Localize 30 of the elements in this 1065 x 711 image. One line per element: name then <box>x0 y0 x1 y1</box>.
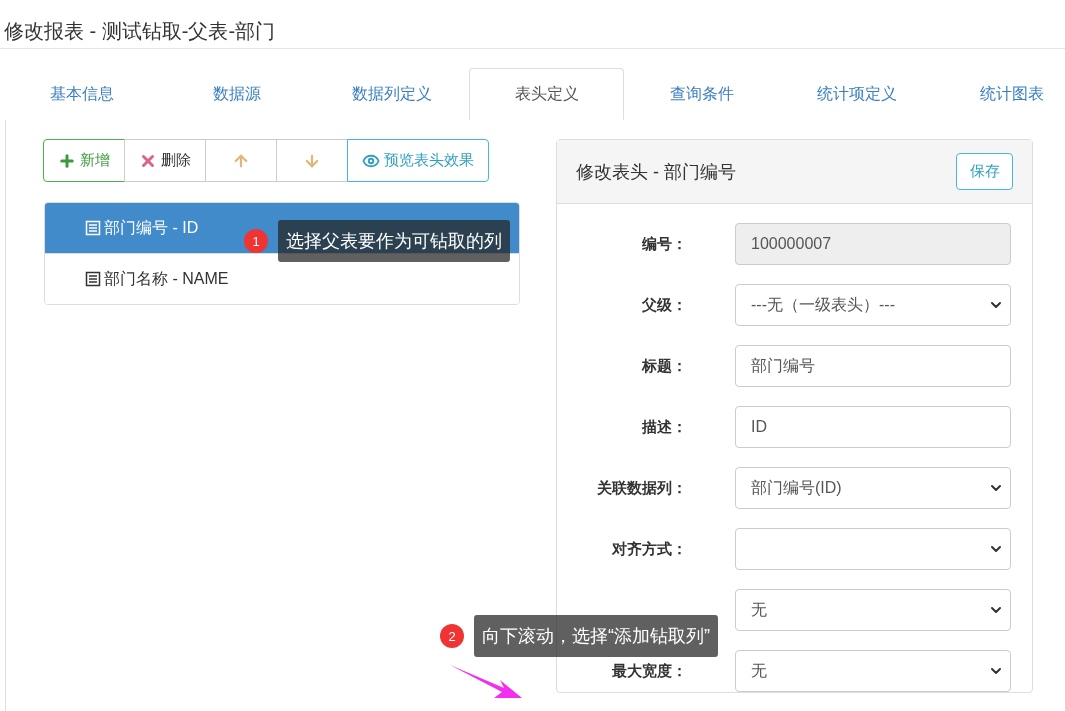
field-label: 对齐方式： <box>611 539 687 559</box>
input-field[interactable]: 100000007 <box>735 223 1011 265</box>
plus-icon <box>58 151 76 170</box>
panel-title: 修改表头 - 部门编号 <box>576 160 736 184</box>
input-field[interactable]: 部门编号 <box>735 345 1011 387</box>
field-label: 标题： <box>640 356 687 376</box>
select-field[interactable]: 无 <box>735 589 1011 631</box>
add-button[interactable]: 新增 <box>43 139 125 182</box>
delete-button[interactable]: 删除 <box>124 139 206 182</box>
input-field[interactable]: ID <box>735 406 1011 448</box>
field-label: 编号： <box>641 234 687 254</box>
tooltip: 向下滚动，选择“添加钻取列” <box>474 615 718 657</box>
select-field[interactable]: 无 <box>735 650 1011 692</box>
list-icon <box>85 220 101 236</box>
move-up-button[interactable] <box>205 139 277 182</box>
step-badge: 2 <box>440 624 464 648</box>
select-field[interactable]: ---无（一级表头）--- <box>735 284 1011 326</box>
tooltip: 选择父表要作为可钻取的列 <box>278 220 510 262</box>
tab[interactable]: 表头定义 <box>469 68 624 120</box>
field-label: 描述： <box>641 417 687 437</box>
page-title: 修改报表 - 测试钻取-父表-部门 <box>0 0 1065 49</box>
field-label: 最大宽度： <box>611 661 687 681</box>
column-label: 部门名称 - NAME <box>104 268 229 289</box>
field-label: 关联数据列： <box>596 478 687 498</box>
move-down-button[interactable] <box>276 139 348 182</box>
list-icon <box>85 271 101 287</box>
select-field[interactable] <box>735 528 1011 570</box>
field-label: 父级： <box>641 295 687 315</box>
select-field[interactable]: 部门编号(ID) <box>735 467 1011 509</box>
column-label: 部门编号 - ID <box>104 217 199 238</box>
